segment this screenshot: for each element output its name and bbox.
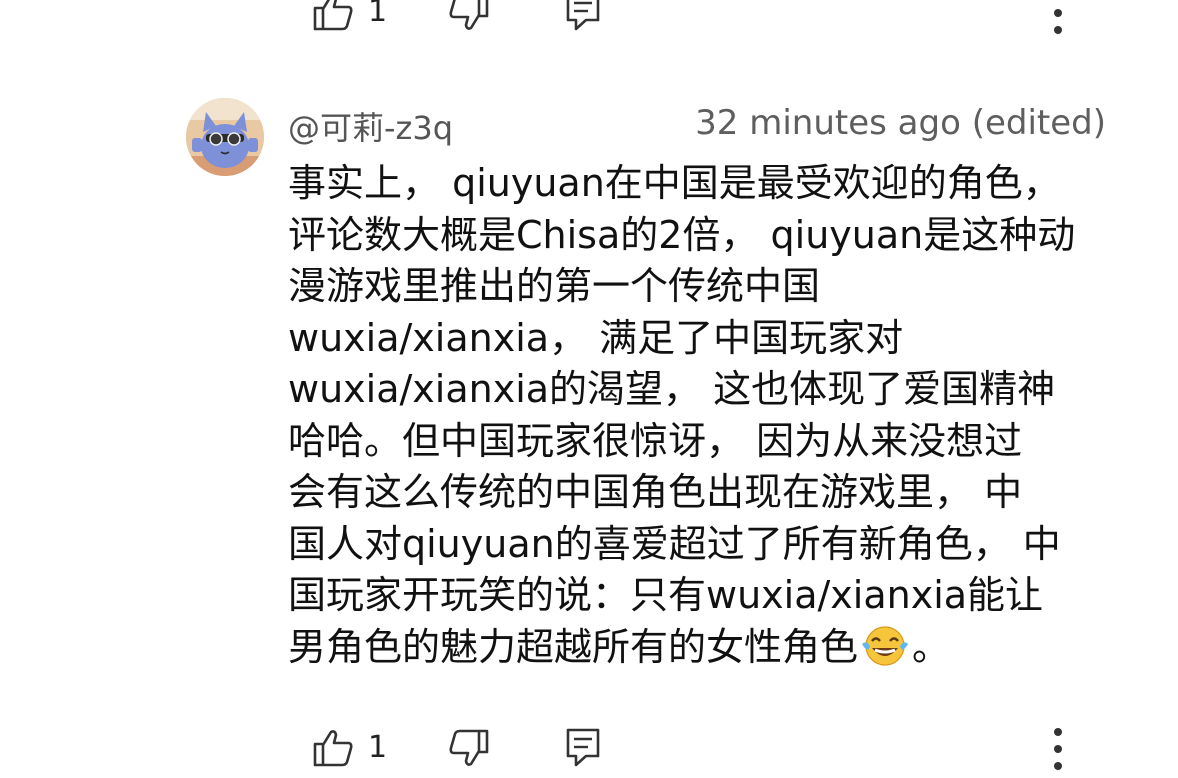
- dislike-button[interactable]: [448, 728, 490, 768]
- comment-line: 事实上， qiuyuan在中国是最受欢迎的角色，: [288, 161, 1061, 205]
- comment-line: 漫游戏里推出的第一个传统中国: [288, 264, 821, 308]
- like-button[interactable]: [312, 0, 354, 32]
- more-options-button[interactable]: [1042, 724, 1074, 774]
- like-count: 1: [368, 730, 388, 765]
- avatar[interactable]: [186, 98, 264, 176]
- tears-of-joy-emoji-icon: [862, 625, 909, 666]
- like-button[interactable]: [312, 728, 354, 768]
- comment-line: 国人对qiuyuan的喜爱超过了所有新角色， 中: [288, 521, 1061, 566]
- comment-line-text: 男角色的魅力超越所有的女性角色: [288, 624, 859, 669]
- comment-line-last: 男角色的魅力超越所有的女性角色 。: [288, 622, 1120, 674]
- comment-actions: 1: [0, 718, 1178, 778]
- comment-timestamp[interactable]: 32 minutes ago (edited): [695, 102, 1106, 144]
- thumbs-down-icon: [449, 729, 489, 766]
- comment-line: 会有这么传统的中国角色出现在游戏里， 中: [288, 470, 1023, 514]
- more-options-button[interactable]: [1042, 0, 1074, 38]
- previous-comment-actions: 1: [0, 0, 1178, 42]
- comment-line: 哈哈。但中国玩家很惊讶， 因为从来没想过: [288, 418, 1023, 463]
- comment-line-end: 。: [912, 624, 951, 669]
- vertical-dots-icon: [1054, 728, 1062, 770]
- comment-line: 国玩家开玩笑的说：只有wuxia/xianxia能让: [288, 573, 1044, 617]
- cat-avatar-icon: [186, 98, 264, 176]
- comment-line: 评论数大概是Chisa的2倍， qiuyuan是这种动: [288, 212, 1076, 257]
- comment-author[interactable]: @可莉-z3q: [288, 108, 453, 148]
- thumbs-up-icon: [313, 730, 353, 767]
- thumbs-up-icon: [313, 0, 353, 31]
- like-count: 1: [368, 0, 388, 29]
- comment-text: 事实上， qiuyuan在中国是最受欢迎的角色， 评论数大概是Chisa的2倍，…: [288, 158, 1120, 673]
- comment-line: wuxia/xianxia的渴望， 这也体现了爱国精神: [288, 367, 1056, 411]
- reply-button[interactable]: [564, 0, 602, 32]
- thumbs-down-icon: [449, 0, 489, 30]
- dislike-button[interactable]: [448, 0, 490, 32]
- vertical-dots-icon: [1054, 9, 1062, 34]
- comment-icon: [566, 0, 600, 31]
- comment-line: wuxia/xianxia， 满足了中国玩家对: [288, 315, 904, 360]
- reply-button[interactable]: [564, 726, 602, 768]
- comment-icon: [566, 728, 600, 767]
